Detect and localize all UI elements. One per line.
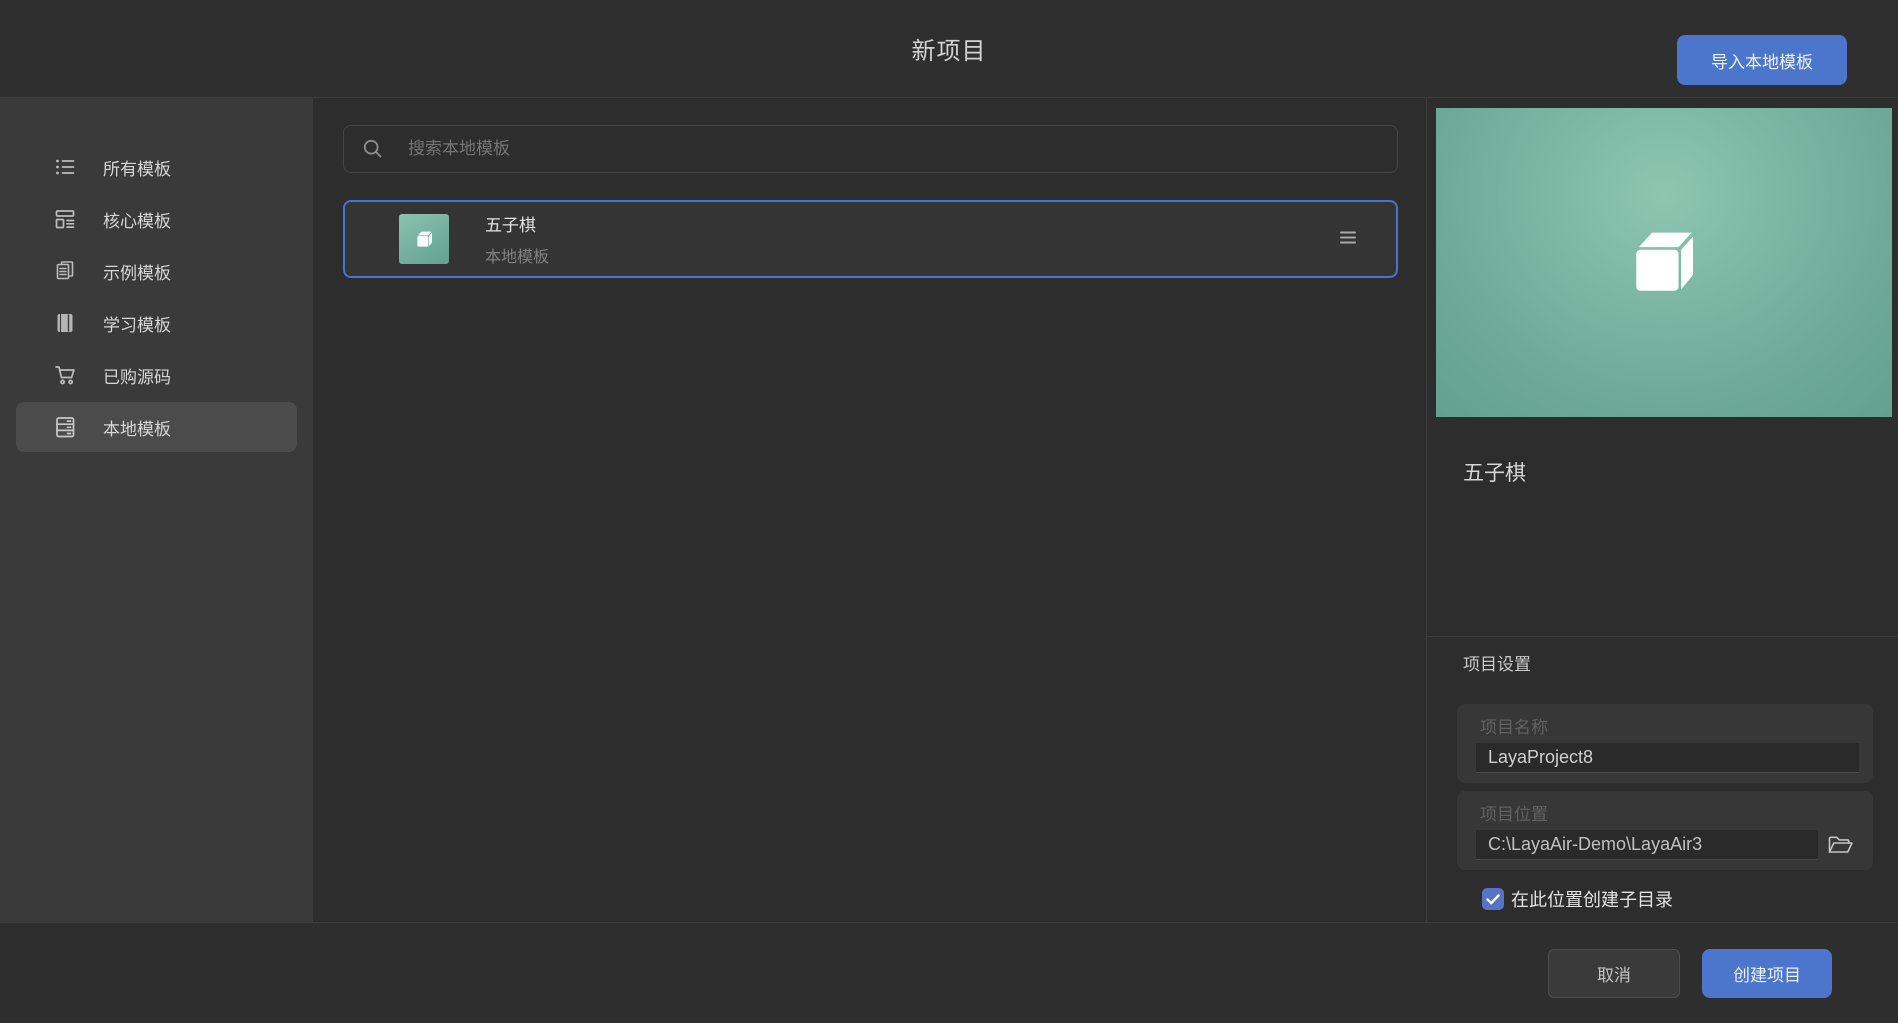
cube-icon: [416, 231, 433, 248]
sidebar-item-label: 核心模板: [103, 207, 171, 232]
server-icon: [53, 415, 77, 439]
sidebar-item-label: 所有模板: [103, 155, 171, 180]
project-name-field-group: 项目名称: [1457, 704, 1873, 783]
project-settings-heading: 项目设置: [1463, 650, 1872, 675]
project-location-input[interactable]: [1476, 830, 1818, 860]
template-title: 五子棋: [485, 211, 549, 236]
book-icon: [53, 311, 77, 335]
search-box: [343, 125, 1398, 173]
new-project-dialog: 新项目 导入本地模板 所有模板: [0, 0, 1898, 1023]
page-title: 新项目: [912, 31, 987, 66]
template-text: 五子棋 本地模板: [485, 211, 549, 267]
create-project-button[interactable]: 创建项目: [1702, 949, 1832, 998]
sidebar-item-example-templates[interactable]: 示例模板: [16, 246, 297, 296]
sidebar-item-purchased-source[interactable]: 已购源码: [16, 350, 297, 400]
sidebar-item-learning-templates[interactable]: 学习模板: [16, 298, 297, 348]
sidebar-item-core-templates[interactable]: 核心模板: [16, 194, 297, 244]
preview-section: 五子棋: [1427, 98, 1898, 636]
template-preview-image: [1436, 108, 1892, 417]
preview-template-title: 五子棋: [1463, 457, 1898, 487]
search-input[interactable]: [408, 139, 1379, 159]
search-icon: [362, 138, 384, 160]
project-name-label: 项目名称: [1476, 713, 1859, 738]
dialog-header: 新项目 导入本地模板: [0, 0, 1898, 98]
browse-folder-button[interactable]: [1827, 835, 1854, 856]
checkmark-icon: [1486, 894, 1500, 905]
create-subdirectory-checkbox[interactable]: [1482, 888, 1504, 910]
documents-icon: [53, 259, 77, 283]
import-local-template-button[interactable]: 导入本地模板: [1677, 35, 1847, 85]
create-subdirectory-label: 在此位置创建子目录: [1511, 886, 1673, 912]
sidebar-item-label: 学习模板: [103, 311, 171, 336]
dialog-footer: 取消 创建项目: [0, 922, 1898, 1023]
list-icon: [53, 155, 77, 179]
template-detail-panel: 五子棋 项目设置 项目名称 项目位置: [1426, 98, 1898, 922]
project-name-input[interactable]: [1476, 743, 1859, 773]
menu-lines-icon: [1340, 231, 1356, 245]
template-actions-menu-button[interactable]: [1336, 227, 1360, 252]
sidebar-item-label: 示例模板: [103, 259, 171, 284]
cancel-button[interactable]: 取消: [1548, 949, 1680, 998]
create-subdirectory-option[interactable]: 在此位置创建子目录: [1482, 886, 1872, 912]
template-category-sidebar: 所有模板 核心模板: [0, 98, 313, 922]
sidebar-item-label: 已购源码: [103, 363, 171, 388]
sidebar-item-local-templates[interactable]: 本地模板: [16, 402, 297, 452]
layout-blocks-icon: [53, 207, 77, 231]
project-location-label: 项目位置: [1476, 800, 1859, 825]
sidebar-item-label: 本地模板: [103, 415, 171, 440]
sidebar-item-all-templates[interactable]: 所有模板: [16, 142, 297, 192]
template-subtitle: 本地模板: [485, 243, 549, 267]
cube-icon: [1631, 230, 1697, 296]
template-thumbnail: [399, 214, 449, 264]
template-list-item-gomoku[interactable]: 五子棋 本地模板: [343, 200, 1398, 278]
project-settings-section: 项目设置 项目名称 项目位置: [1427, 636, 1898, 922]
template-list-panel: 五子棋 本地模板: [313, 98, 1426, 922]
open-folder-icon: [1827, 835, 1854, 856]
project-location-field-group: 项目位置: [1457, 791, 1873, 870]
shopping-cart-icon: [53, 363, 77, 387]
